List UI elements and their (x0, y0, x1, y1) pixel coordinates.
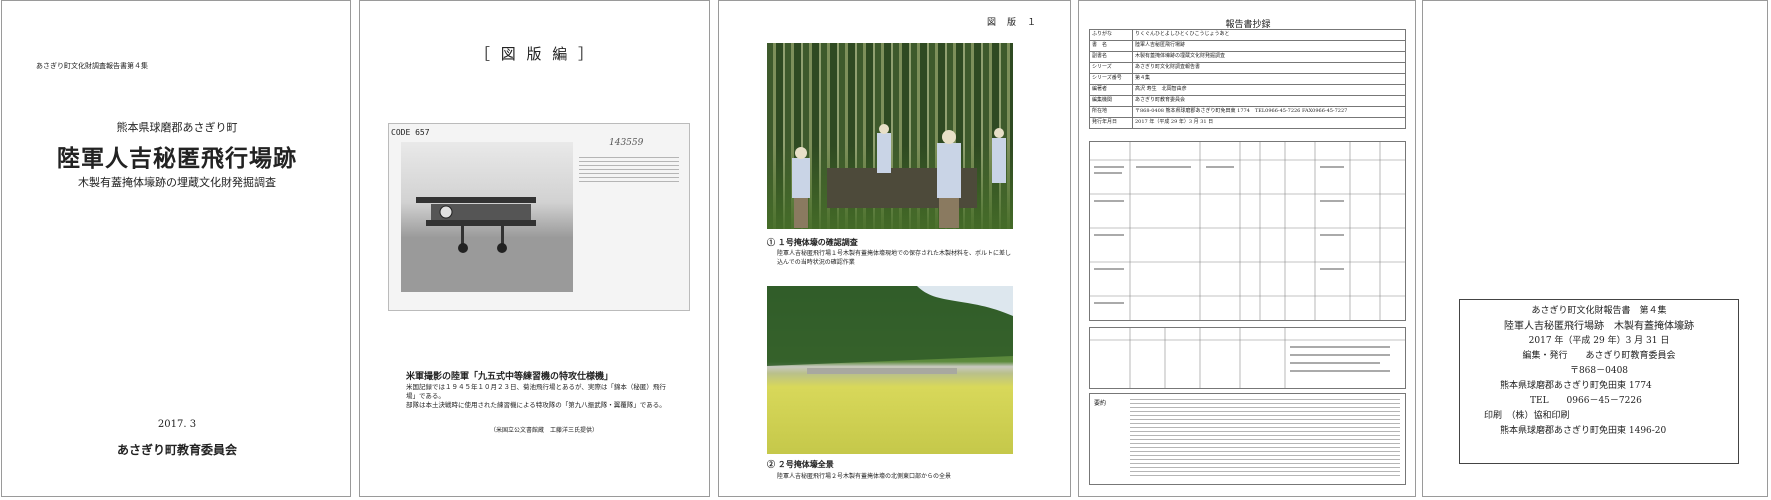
row-value: りくぐんひとよしひとくひこうじょうあと (1132, 29, 1406, 41)
colophon-date: 2017 年（平成 29 年）3 月 31 日 (1528, 336, 1670, 346)
photo-code: CODE 657 (391, 128, 430, 137)
table-grid-lines (1090, 328, 1405, 388)
site-grid-table (1089, 141, 1406, 321)
row-value: 陸軍人吉秘匿飛行場跡 (1132, 40, 1406, 52)
table-grid-lines (1090, 142, 1405, 320)
caption-2-title: ② ２号掩体壕全景 (767, 459, 834, 469)
colophon-postcode: 〒868－0408 (1569, 366, 1629, 376)
plate-number: 図 版 １ (987, 18, 1038, 28)
abstract-row: シリーズ番号 第４集 (1089, 73, 1406, 85)
row-value: 〒868-0408 熊本県球磨郡あさぎり町免田東 1774 TEL0966-45… (1132, 106, 1406, 118)
colophon-box: あさぎり町文化財報告書 第４集 陸軍人吉秘匿飛行場跡 木製有蓋掩体壕跡 2017… (1459, 299, 1739, 464)
photo-caption-body: 米国記録では１９４５年１０月２３日、菊池飛行場とあるが、実際は「錦本（秘匿）飛行… (406, 383, 666, 400)
report-title: 陸軍人吉秘匿飛行場跡 (57, 145, 297, 172)
plate-1-page: 図 版 １ ① １号掩体壕の確認調査 陸軍人吉秘匿飛行場１号木製有蓋掩体壕現地で… (718, 0, 1071, 497)
report-subtitle: 木製有蓋掩体壕跡の埋蔵文化財発掘調査 (78, 176, 276, 189)
photo-caption-title: 米軍撮影の陸軍「九五式中等練習機の特攻仕様機」 (406, 372, 614, 382)
abstract-row: 書 名陸軍人吉秘匿飛行場跡 (1089, 40, 1406, 52)
row-label: 編著者 (1089, 84, 1133, 96)
row-label: 所在地 (1089, 106, 1133, 118)
abstract-row: シリーズ あさぎり町文化財調査報告書 (1089, 62, 1406, 74)
publisher-label: あさぎり町教育委員会 (116, 443, 237, 457)
abstract-row: 副書名 木製有蓋掩体壕跡の埋蔵文化財発掘調査 (1089, 51, 1406, 63)
caption-2-body: 陸軍人吉秘匿飛行場２号木製有蓋掩体壕の北側東口部からの全景 (777, 473, 952, 480)
row-value: あさぎり町教育委員会 (1132, 95, 1406, 107)
report-cover-page: あさぎり町文化財調査報告書第４集 熊本県球磨郡あさぎり町 陸軍人吉秘匿飛行場跡 … (1, 0, 351, 497)
shelter-2-panorama-photo (767, 286, 1013, 454)
summary-box: 要約 (1089, 393, 1406, 485)
site-type-table (1089, 327, 1406, 389)
caption-1-body: 陸軍人吉秘匿飛行場１号木製有蓋掩体壕現地での保存された木製材料を、ボルトに差し込… (777, 250, 1012, 266)
colophon-series: あさぎり町文化財報告書 第４集 (1531, 306, 1667, 316)
colophon-printer-address: 熊本県球磨郡あさぎり町免田東 1496-20 (1500, 426, 1667, 436)
colophon-address: 熊本県球磨郡あさぎり町免田東 1774 (1500, 381, 1652, 391)
airplane-photo (401, 142, 573, 292)
workers-scene-icon (792, 124, 1006, 228)
abstract-row: 編集機関 あさぎり町教育委員会 (1089, 95, 1406, 107)
location-label: 熊本県球磨郡あさぎり町 (116, 121, 238, 134)
landscape-scene-icon (767, 286, 1013, 374)
row-label: シリーズ (1089, 62, 1133, 74)
report-date: 2017. 3 (157, 419, 197, 430)
abstract-row: 発行年月日 2017 年（平成 29 年）3 月 31 日 (1089, 117, 1406, 129)
archival-photo-sheet: CODE 657 143559 (388, 123, 690, 311)
photo-caption-body-2: 部隊は本土決戦時に使用された練習機による特攻隊の「第九八振武隊・翼覆隊」である。 (406, 401, 666, 409)
row-value: 第４集 (1132, 73, 1406, 85)
row-label: ふりがな (1089, 29, 1133, 41)
colophon-title: 陸軍人吉秘匿飛行場跡 木製有蓋掩体壕跡 (1504, 321, 1694, 332)
colophon-publisher: 編集・発行 あさぎり町教育委員会 (1522, 351, 1676, 361)
row-value: 木製有蓋掩体壕跡の埋蔵文化財発掘調査 (1132, 51, 1406, 63)
handwritten-notes (579, 154, 679, 294)
colophon-page: あさぎり町文化財報告書 第４集 陸軍人吉秘匿飛行場跡 木製有蓋掩体壕跡 2017… (1422, 0, 1768, 497)
row-label: シリーズ番号 (1089, 73, 1133, 85)
row-label: 書 名 (1089, 40, 1133, 52)
biplane-silhouette-icon (401, 197, 573, 292)
colophon-printer: 印刷 （株）協和印刷 (1484, 411, 1570, 421)
row-value: 高沢 寿生 北岡智由彦 (1132, 84, 1406, 96)
series-label: あさぎり町文化財調査報告書第４集 (36, 62, 148, 70)
shelter-survey-photo (767, 43, 1013, 229)
abstract-row: 所在地 〒868-0408 熊本県球磨郡あさぎり町免田東 1774 TEL0966… (1089, 106, 1406, 118)
row-label: 発行年月日 (1089, 117, 1133, 129)
abstract-row: 編著者 高沢 寿生 北岡智由彦 (1089, 84, 1406, 96)
abstract-row: ふりがな りくぐんひとよしひとくひこうじょうあと (1089, 29, 1406, 41)
plates-heading: ［ 図 版 編 ］ (474, 45, 597, 63)
row-label: 副書名 (1089, 51, 1133, 63)
photo-stamp: 143559 (609, 138, 644, 148)
caption-1-title: ① １号掩体壕の確認調査 (767, 237, 858, 247)
photo-source: （米国立公文書館蔵 工藤洋三氏提供） (490, 427, 599, 434)
summary-label: 要約 (1094, 400, 1107, 407)
row-value: あさぎり町文化財調査報告書 (1132, 62, 1406, 74)
summary-text-lines (1130, 396, 1400, 479)
plates-section-page: ［ 図 版 編 ］ CODE 657 143559 米軍撮影の陸軍「九五式中等練… (359, 0, 710, 497)
abstract-table: ふりがな りくぐんひとよしひとくひこうじょうあと 書 名陸軍人吉秘匿飛行場跡 副書… (1089, 29, 1406, 129)
colophon-tel: TEL 0966－45－7226 (1530, 396, 1642, 406)
report-abstract-page: 報告書抄録 ふりがな りくぐんひとよしひとくひこうじょうあと 書 名陸軍人吉秘匿飛… (1078, 0, 1416, 497)
row-value: 2017 年（平成 29 年）3 月 31 日 (1132, 117, 1406, 129)
row-label: 編集機関 (1089, 95, 1133, 107)
